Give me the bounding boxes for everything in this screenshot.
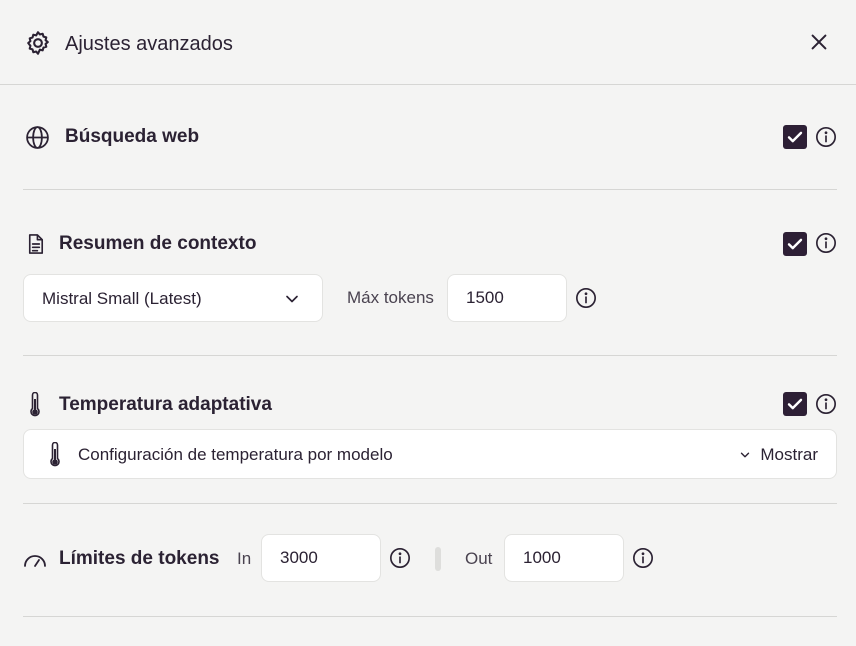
max-tokens-input[interactable]: 1500 [447, 274, 567, 322]
advanced-settings-dialog: Ajustes avanzados Búsqueda web Resumen d… [0, 0, 856, 646]
globe-icon [26, 126, 49, 149]
thermometer-icon [50, 442, 60, 467]
chevron-down-icon [741, 452, 750, 458]
divider [23, 355, 837, 356]
max-tokens-label: Máx tokens [347, 288, 434, 307]
document-icon [28, 234, 44, 254]
in-tokens-info-icon[interactable] [389, 547, 411, 569]
web-search-title: Búsqueda web [65, 126, 200, 147]
per-model-temperature-row[interactable]: Configuración de temperatura por modelo … [23, 429, 837, 479]
separator-bar [435, 547, 441, 571]
out-tokens-input[interactable]: 1000 [504, 534, 624, 582]
dialog-title: Ajustes avanzados [65, 33, 233, 55]
gear-icon [27, 31, 49, 55]
divider [23, 503, 837, 504]
context-summary-title: Resumen de contexto [59, 233, 257, 254]
web-search-info-icon[interactable] [815, 126, 837, 148]
web-search-checkbox[interactable] [783, 125, 807, 149]
gauge-icon [24, 555, 46, 567]
close-icon[interactable] [808, 31, 830, 53]
context-summary-info-icon[interactable] [815, 232, 837, 254]
token-limits-title: Límites de tokens [59, 548, 220, 569]
per-model-temperature-label: Configuración de temperatura por modelo [78, 445, 393, 464]
thermometer-icon [30, 392, 40, 417]
adaptive-temperature-checkbox[interactable] [783, 392, 807, 416]
show-toggle-button[interactable]: Mostrar [738, 444, 818, 466]
chevron-down-icon [286, 295, 298, 303]
dialog-header: Ajustes avanzados [0, 0, 856, 85]
divider [23, 189, 837, 190]
summary-model-value: Mistral Small (Latest) [42, 289, 202, 308]
in-tokens-input[interactable]: 3000 [261, 534, 381, 582]
out-tokens-info-icon[interactable] [632, 547, 654, 569]
adaptive-temperature-info-icon[interactable] [815, 393, 837, 415]
summary-model-select[interactable]: Mistral Small (Latest) [23, 274, 323, 322]
max-tokens-info-icon[interactable] [575, 287, 597, 309]
out-tokens-label: Out [465, 549, 493, 568]
show-toggle-label: Mostrar [760, 445, 818, 464]
adaptive-temperature-title: Temperatura adaptativa [59, 394, 272, 415]
context-summary-checkbox[interactable] [783, 232, 807, 256]
divider [23, 616, 837, 617]
in-tokens-label: In [237, 549, 252, 568]
